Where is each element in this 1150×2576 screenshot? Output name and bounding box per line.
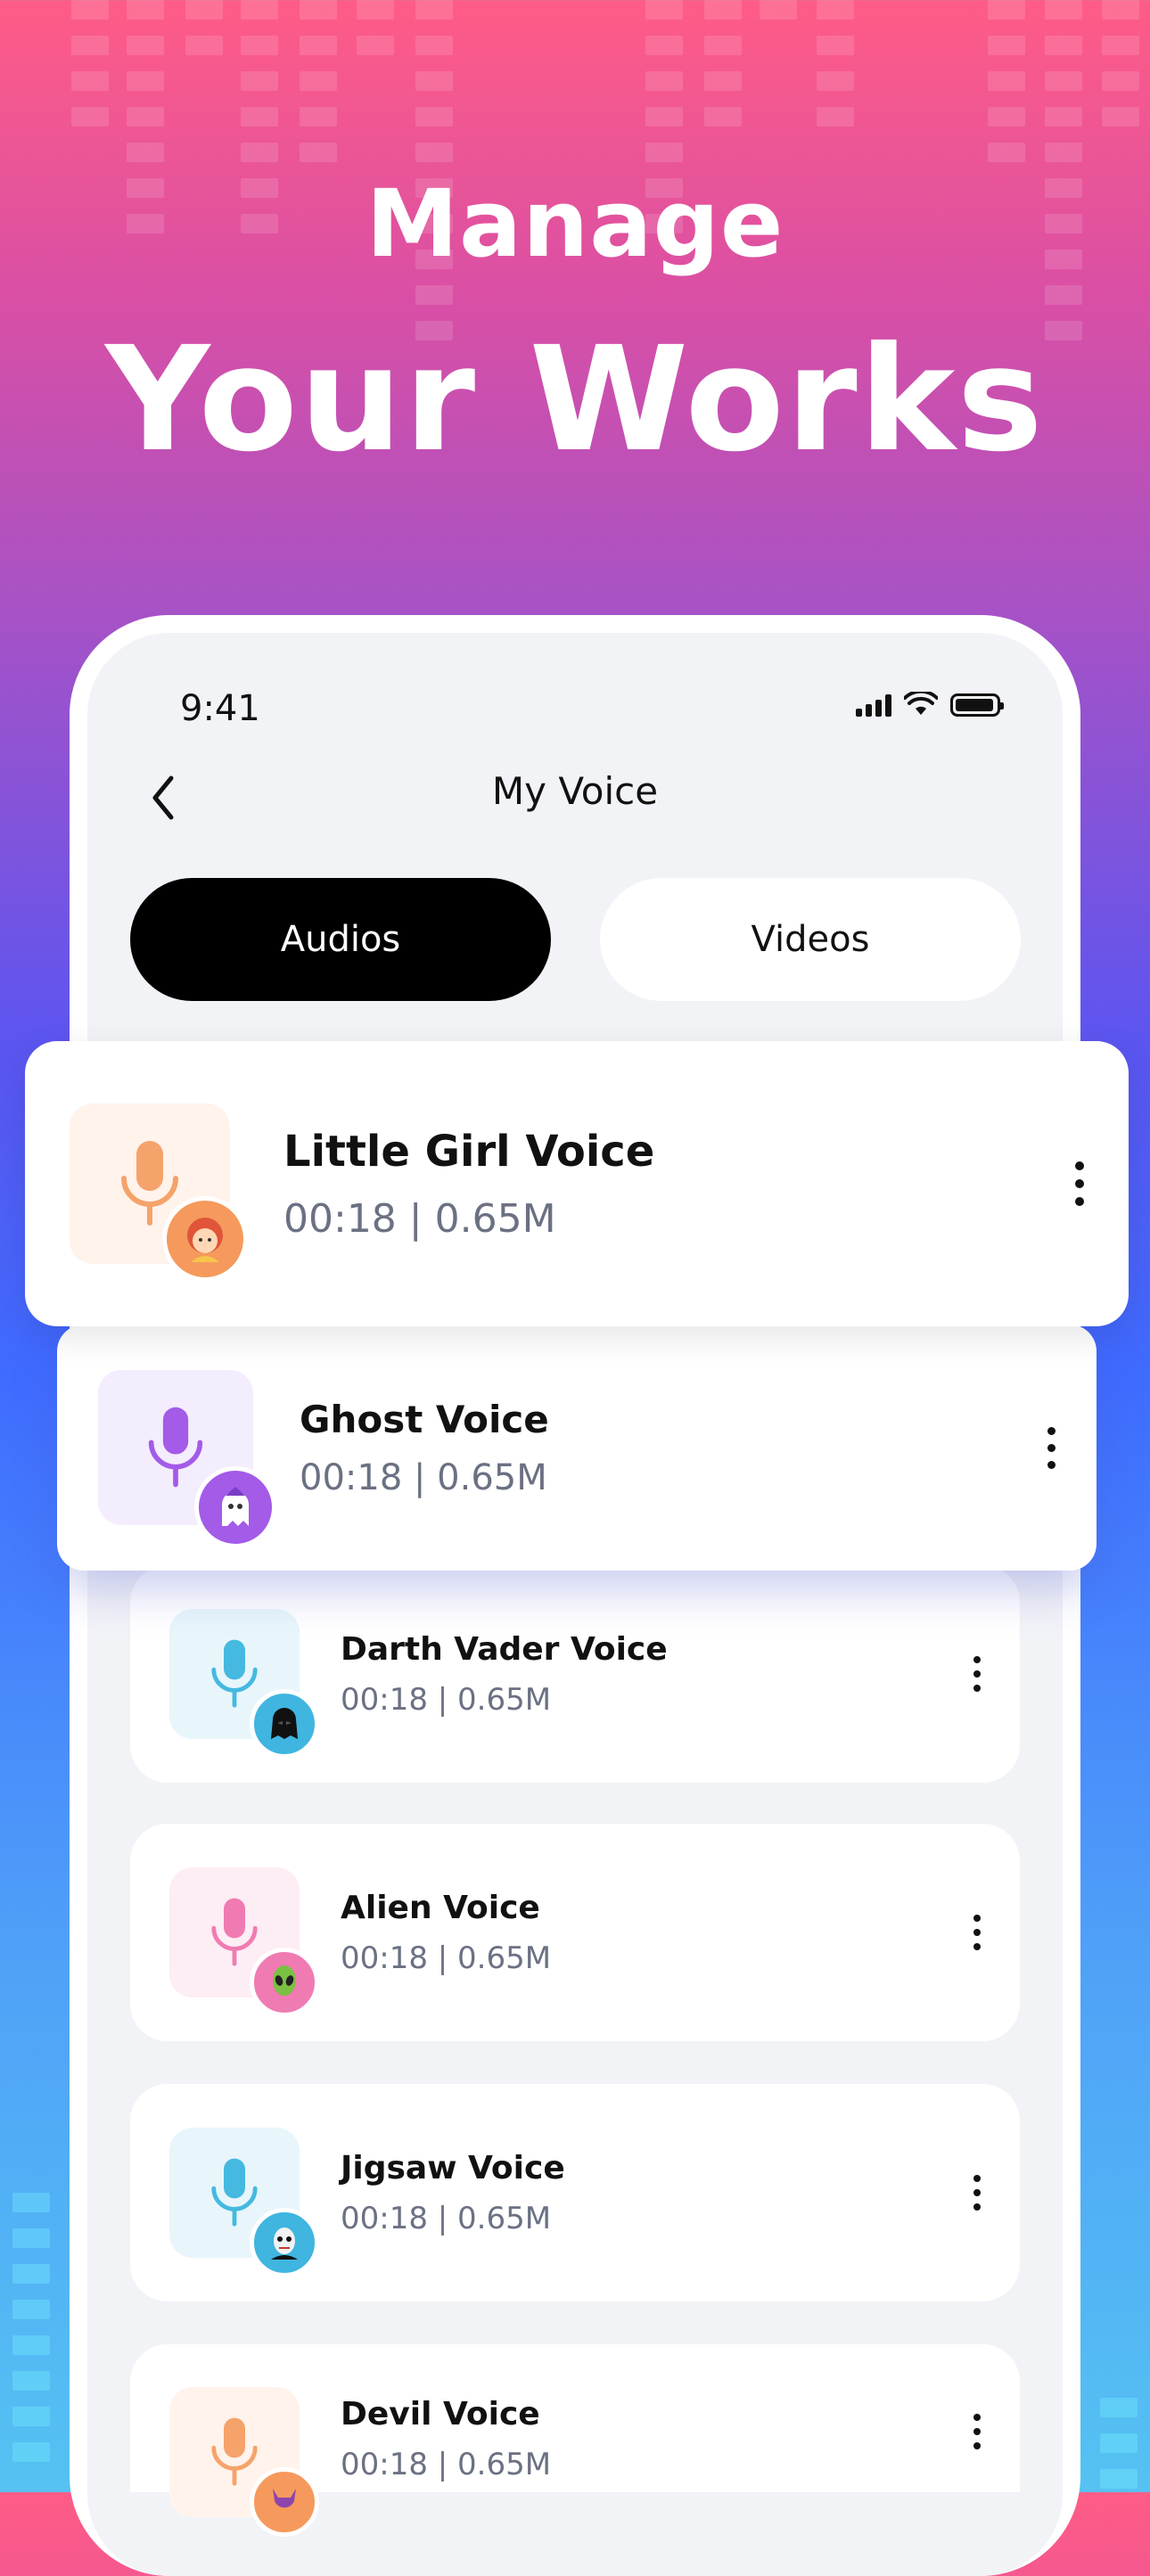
voice-meta: 00:18 | 0.65M bbox=[341, 2447, 552, 2482]
equalizer-decoration bbox=[1102, 0, 1139, 127]
voice-card-jigsaw[interactable]: Jigsaw Voice 00:18 | 0.65M bbox=[130, 2084, 1020, 2301]
jigsaw-avatar-icon bbox=[250, 2208, 319, 2277]
more-options-icon[interactable] bbox=[973, 1915, 981, 1950]
girl-avatar-icon bbox=[162, 1196, 248, 1282]
more-options-icon[interactable] bbox=[1047, 1426, 1056, 1469]
microphone-icon bbox=[211, 1639, 258, 1708]
signal-icon bbox=[856, 693, 891, 717]
alien-avatar-icon bbox=[250, 1948, 319, 2017]
voice-title: Little Girl Voice bbox=[283, 1126, 655, 1177]
voice-title: Alien Voice bbox=[341, 1889, 540, 1926]
equalizer-decoration bbox=[704, 0, 742, 127]
voice-card-little-girl[interactable]: Little Girl Voice 00:18 | 0.65M bbox=[25, 1041, 1129, 1326]
equalizer-decoration bbox=[988, 0, 1025, 162]
voice-thumbnail bbox=[98, 1370, 276, 1548]
voice-card-ghost[interactable]: Ghost Voice 00:18 | 0.65M bbox=[57, 1325, 1097, 1571]
equalizer-decoration bbox=[357, 0, 394, 55]
ghost-avatar-icon bbox=[194, 1466, 276, 1548]
voice-thumbnail bbox=[169, 1867, 319, 2017]
voice-thumbnail bbox=[169, 2128, 319, 2277]
more-options-icon[interactable] bbox=[1075, 1161, 1084, 1206]
equalizer-decoration bbox=[817, 0, 854, 127]
voice-meta: 00:18 | 0.65M bbox=[341, 1681, 552, 1718]
microphone-icon bbox=[211, 2417, 258, 2486]
hero-title: Your Works bbox=[105, 316, 1045, 484]
equalizer-decoration bbox=[185, 0, 223, 55]
tab-audios[interactable]: Audios bbox=[130, 878, 551, 1001]
voice-meta: 00:18 | 0.65M bbox=[341, 2200, 552, 2236]
voice-meta: 00:18 | 0.65M bbox=[341, 1940, 552, 1976]
wifi-icon bbox=[904, 692, 938, 715]
battery-icon bbox=[950, 693, 1004, 717]
voice-thumbnail bbox=[169, 2387, 319, 2537]
voice-meta: 00:18 | 0.65M bbox=[283, 1195, 556, 1242]
voice-thumbnail bbox=[169, 1609, 319, 1759]
more-options-icon[interactable] bbox=[973, 2175, 981, 2211]
voice-card-alien[interactable]: Alien Voice 00:18 | 0.65M bbox=[130, 1824, 1020, 2041]
voice-title: Darth Vader Voice bbox=[341, 1630, 668, 1668]
voice-meta: 00:18 | 0.65M bbox=[300, 1456, 547, 1498]
microphone-icon bbox=[211, 2158, 258, 2227]
voice-card-devil[interactable]: Devil Voice 00:18 | 0.65M bbox=[130, 2344, 1020, 2537]
more-options-icon[interactable] bbox=[973, 1656, 981, 1692]
microphone-icon bbox=[211, 1898, 258, 1966]
equalizer-decoration bbox=[71, 0, 109, 127]
voice-title: Devil Voice bbox=[341, 2396, 540, 2432]
voice-title: Jigsaw Voice bbox=[341, 2149, 565, 2186]
equalizer-decoration bbox=[1100, 2398, 1138, 2489]
darth-vader-avatar-icon bbox=[250, 1689, 319, 1759]
hero-subtitle: Manage bbox=[366, 169, 784, 278]
devil-avatar-icon bbox=[250, 2467, 319, 2537]
voice-title: Ghost Voice bbox=[300, 1397, 549, 1441]
microphone-icon bbox=[148, 1407, 203, 1488]
voice-thumbnail bbox=[70, 1103, 248, 1282]
status-time: 9:41 bbox=[180, 688, 260, 729]
status-icons bbox=[856, 692, 1004, 717]
tab-videos[interactable]: Videos bbox=[600, 878, 1021, 1001]
more-options-icon[interactable] bbox=[973, 2414, 981, 2449]
voice-card-darth-vader[interactable]: Darth Vader Voice 00:18 | 0.65M bbox=[130, 1565, 1020, 1783]
equalizer-decoration bbox=[300, 0, 337, 162]
equalizer-decoration bbox=[12, 2193, 50, 2462]
page-title: My Voice bbox=[491, 769, 659, 813]
equalizer-decoration bbox=[760, 0, 797, 20]
